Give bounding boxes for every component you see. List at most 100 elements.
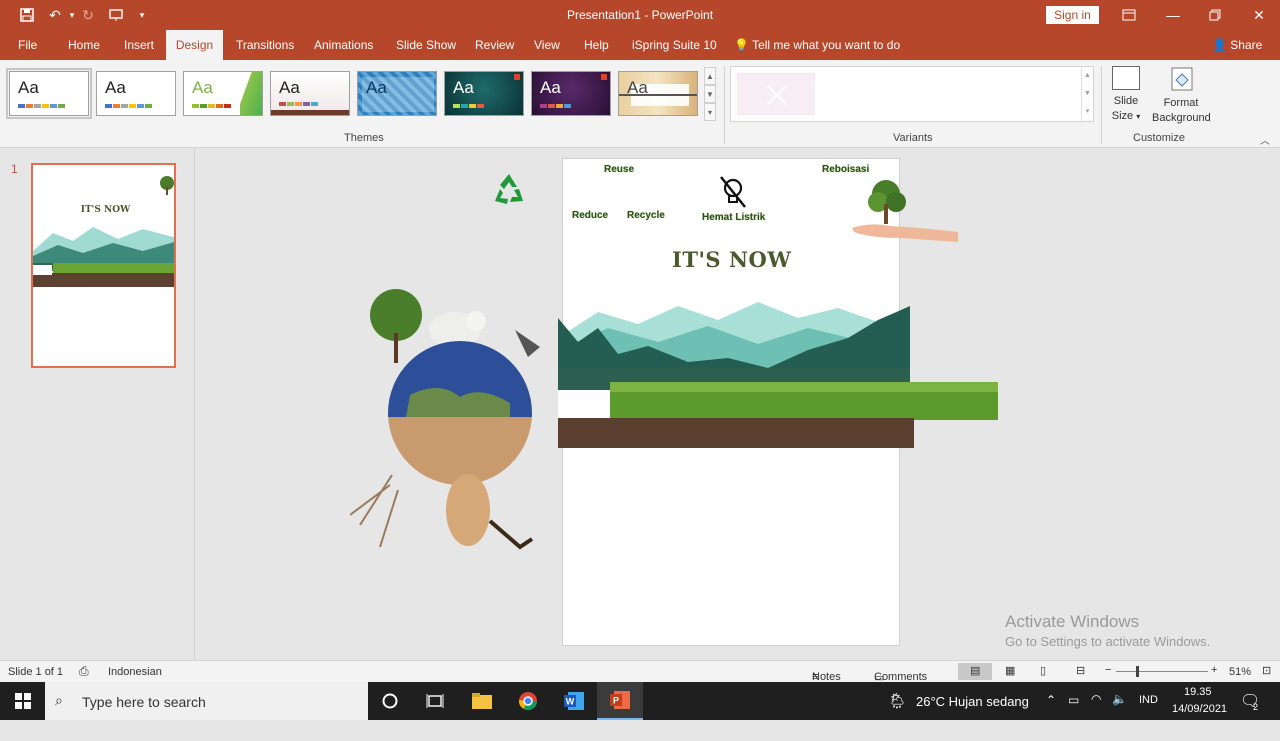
svg-text:P: P xyxy=(613,696,619,706)
clock-date[interactable]: 14/09/2021 xyxy=(1172,703,1227,741)
tab-ispring[interactable]: iSpring Suite 10 xyxy=(632,30,717,60)
thumbnail-landscape xyxy=(33,227,174,287)
sign-in-button[interactable]: Sign in xyxy=(1046,6,1099,24)
theme-facet[interactable]: Aa xyxy=(183,71,263,116)
chrome-icon[interactable] xyxy=(505,682,551,720)
gallery-more-icon[interactable]: ▾ xyxy=(704,103,716,121)
restore-icon[interactable] xyxy=(1192,0,1238,30)
tab-file[interactable]: File xyxy=(18,30,37,60)
share-button[interactable]: 👤 Share xyxy=(1212,30,1262,60)
title-bar: ↶ ▾ ↻ ▾ Presentation1 - PowerPoint Sign … xyxy=(0,0,1280,30)
theme-ion-boardroom[interactable]: Aa xyxy=(531,71,611,116)
landscape-image[interactable] xyxy=(558,298,998,448)
normal-view-icon: ▤ xyxy=(970,665,981,677)
theme-preview-text: Aa xyxy=(453,78,474,97)
slideshow-view-icon[interactable]: ⊟ xyxy=(1076,664,1085,677)
tab-transitions[interactable]: Transitions xyxy=(236,30,294,60)
slide-thumbnail[interactable]: IT'S NOW xyxy=(31,163,176,368)
reading-view-icon[interactable]: ▯ xyxy=(1040,664,1046,677)
input-language[interactable]: IND xyxy=(1139,694,1158,732)
theme-bottom-bar xyxy=(271,110,349,115)
format-background-icon xyxy=(1171,67,1193,91)
variant-option[interactable] xyxy=(737,73,815,115)
zoom-level[interactable]: 51% xyxy=(1229,666,1251,678)
variants-scroll[interactable]: ▲ ▼ ▾ xyxy=(1081,67,1093,121)
zoom-out-icon[interactable]: − xyxy=(1105,664,1111,676)
gallery-up-icon[interactable]: ▲ xyxy=(704,67,716,85)
windows-start-icon[interactable] xyxy=(0,682,46,720)
tab-insert[interactable]: Insert xyxy=(124,30,154,60)
slide-heading[interactable]: IT'S NOW xyxy=(672,247,791,272)
fit-to-window-icon[interactable]: ⊡ xyxy=(1262,664,1271,677)
gallery-down-icon[interactable]: ▼ xyxy=(704,85,716,103)
slide-text-recycle[interactable]: Recycle xyxy=(627,210,665,221)
weather-text[interactable]: 26°C Hujan sedang xyxy=(916,694,1029,732)
weather-icon[interactable]: 🌦 xyxy=(888,692,907,730)
lightbulb-crossed-icon[interactable] xyxy=(717,175,749,209)
format-background-label-1: Format xyxy=(1163,97,1199,109)
volume-icon[interactable]: 🔈 xyxy=(1112,692,1127,730)
notification-count: 2 xyxy=(1253,702,1259,712)
minimize-icon[interactable]: — xyxy=(1150,0,1196,30)
person-icon: 👤 xyxy=(1212,38,1227,52)
zoom-in-icon[interactable]: + xyxy=(1211,664,1217,676)
slide-size-icon xyxy=(1112,66,1140,90)
collapse-ribbon-icon[interactable]: ︿ xyxy=(1260,132,1270,147)
word-icon[interactable]: W xyxy=(551,682,597,720)
tab-review[interactable]: Review xyxy=(475,30,514,60)
thumbnail-tree-image xyxy=(160,176,174,195)
tab-home[interactable]: Home xyxy=(68,30,100,60)
theme-integral[interactable]: Aa xyxy=(270,71,350,116)
zoom-slider-thumb[interactable] xyxy=(1136,666,1139,677)
theme-office[interactable]: Aa xyxy=(6,68,92,119)
slide-number: 1 xyxy=(11,162,18,176)
slide-text-hemat-listrik[interactable]: Hemat Listrik xyxy=(702,212,765,223)
search-placeholder: Type here to search xyxy=(82,694,206,710)
file-explorer-icon[interactable] xyxy=(459,682,505,720)
slide-text-reuse[interactable]: Reuse xyxy=(604,164,634,175)
theme-preview-text: Aa xyxy=(105,78,126,97)
format-background-button[interactable]: Format Background xyxy=(1152,66,1211,126)
variants-gallery: ▲ ▼ ▾ xyxy=(730,66,1094,122)
recycle-icon[interactable] xyxy=(490,171,528,209)
tab-design[interactable]: Design xyxy=(166,30,223,60)
group-divider xyxy=(1101,66,1102,144)
show-hidden-icons-icon[interactable]: ⌃ xyxy=(1046,693,1056,731)
tab-slide-show[interactable]: Slide Show xyxy=(396,30,456,60)
ribbon-display-options-icon[interactable] xyxy=(1106,0,1152,30)
tab-animations[interactable]: Animations xyxy=(314,30,373,60)
zoom-slider-track[interactable] xyxy=(1116,671,1208,672)
format-background-label-2: Background xyxy=(1152,112,1211,124)
theme-preview-text: Aa xyxy=(366,78,387,97)
theme-preview-text: Aa xyxy=(279,78,300,97)
theme-organic[interactable]: Aa xyxy=(618,71,698,116)
slide-sorter-icon[interactable]: ▦ xyxy=(1005,664,1015,677)
cortana-icon[interactable] xyxy=(367,682,413,720)
theme-color-bars xyxy=(192,104,231,108)
earth-collage-image[interactable] xyxy=(350,285,560,565)
ribbon-tabs: File Home Insert Design Transitions Anim… xyxy=(0,30,1280,60)
chevron-down-icon: ▾ xyxy=(1136,112,1141,121)
wifi-icon[interactable]: ◠ xyxy=(1091,692,1101,730)
language-indicator[interactable]: Indonesian xyxy=(108,666,162,678)
taskbar-search-box[interactable]: ⌕ Type here to search xyxy=(45,682,368,720)
hand-tree-image[interactable] xyxy=(850,178,958,248)
slide-size-button[interactable]: Slide Size ▾ xyxy=(1108,66,1144,124)
slide-size-label-2: Size xyxy=(1111,110,1134,122)
group-divider xyxy=(724,66,725,144)
close-icon[interactable]: ✕ xyxy=(1236,0,1280,30)
tab-help[interactable]: Help xyxy=(584,30,609,60)
slide-text-reduce[interactable]: Reduce xyxy=(572,210,608,221)
slide-text-reboisasi[interactable]: Reboisasi xyxy=(822,164,869,175)
theme-office-2[interactable]: Aa xyxy=(96,71,176,116)
theme-ion-pattern[interactable]: Aa xyxy=(357,71,437,116)
tell-me-box[interactable]: 💡 Tell me what you want to do xyxy=(734,30,900,60)
theme-ion[interactable]: Aa xyxy=(444,71,524,116)
search-icon: ⌕ xyxy=(55,692,63,708)
task-view-icon[interactable] xyxy=(412,682,458,720)
battery-icon[interactable]: ▭ xyxy=(1068,693,1079,731)
theme-color-bars xyxy=(453,104,484,108)
tab-view[interactable]: View xyxy=(534,30,560,60)
spellcheck-icon[interactable]: ⎙ xyxy=(79,664,89,679)
powerpoint-icon[interactable]: P xyxy=(597,682,643,720)
